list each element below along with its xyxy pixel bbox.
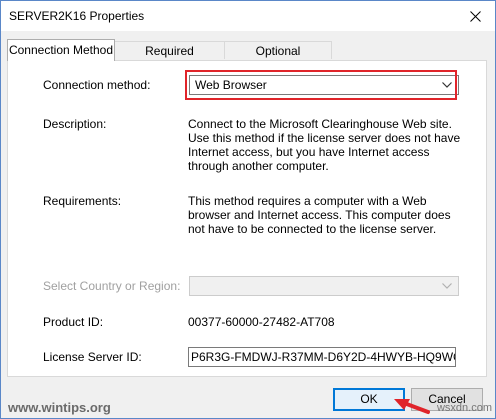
window-title: SERVER2K16 Properties (9, 9, 145, 23)
watermark-left: www.wintips.org (8, 400, 111, 415)
requirements-label: Requirements: (43, 194, 122, 208)
connection-method-panel: Connection method: Web Browser Descripti… (7, 60, 487, 377)
requirements-text: This method requires a computer with a W… (188, 194, 451, 236)
country-region-label: Select Country or Region: (43, 279, 181, 293)
properties-dialog: SERVER2K16 Properties Connection Method … (0, 0, 496, 419)
title-bar: SERVER2K16 Properties (1, 1, 495, 31)
watermark-right: wsxdn.com (436, 402, 492, 414)
description-text: Connect to the Microsoft Clearinghouse W… (188, 117, 461, 173)
red-arrow-icon (394, 399, 430, 414)
chevron-down-icon (442, 283, 452, 289)
product-id-label: Product ID: (43, 315, 104, 329)
tab-required-information[interactable]: Required Information (114, 41, 225, 76)
chevron-down-icon (442, 82, 452, 88)
product-id-value: 00377-60000-27482-AT708 (188, 315, 335, 329)
license-server-id-label: License Server ID: (43, 350, 142, 364)
country-region-select[interactable] (189, 276, 459, 296)
connection-method-value: Web Browser (195, 78, 267, 92)
connection-method-label: Connection method: (43, 78, 151, 92)
tab-optional-information[interactable]: Optional Information (224, 41, 332, 76)
connection-method-select[interactable]: Web Browser (189, 75, 459, 95)
license-server-id-field[interactable]: P6R3G-FMDWJ-R37MM-D6Y2D-4HWYB-HQ9WC-VTG (188, 347, 456, 367)
tab-connection-method[interactable]: Connection Method (7, 39, 115, 61)
description-label: Description: (43, 117, 107, 131)
close-icon (469, 10, 481, 22)
close-button[interactable] (465, 7, 485, 25)
